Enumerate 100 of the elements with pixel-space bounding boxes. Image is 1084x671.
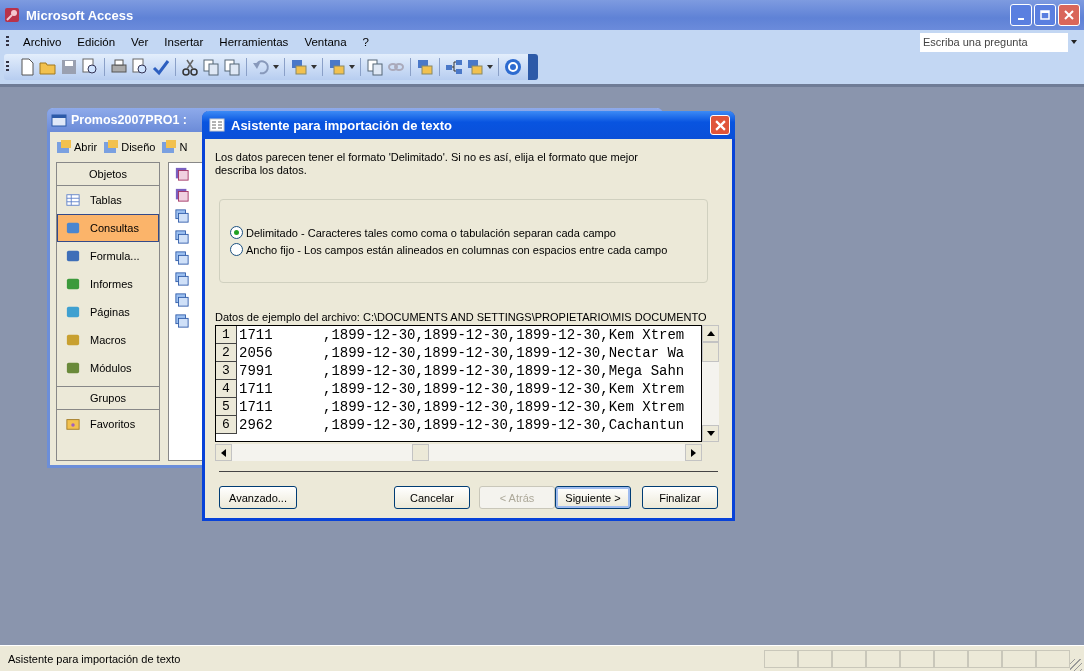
toolbar-icon	[56, 139, 72, 155]
dialog-button[interactable]: Cancelar	[394, 486, 470, 509]
dialog-button[interactable]: Avanzado...	[219, 486, 297, 509]
description-text: Los datos parecen tener el formato 'Delimitado'. Si no es así, elija el formato que mejor describa los datos.	[215, 151, 640, 177]
dropdown-caret-icon[interactable]	[273, 65, 279, 69]
spellcheck-icon[interactable]	[152, 58, 170, 76]
minimize-button[interactable]	[1010, 4, 1032, 26]
help-search-field[interactable]: Escriba una pregunta	[920, 32, 1080, 52]
group-item[interactable]: Favoritos	[57, 410, 159, 438]
row-number: 5	[216, 398, 237, 416]
status-panel	[968, 649, 1002, 668]
table-icon	[66, 193, 80, 207]
row-number: 1	[216, 326, 237, 344]
cut-icon[interactable]	[181, 58, 199, 76]
status-panel	[798, 649, 832, 668]
key-icon	[4, 7, 20, 23]
query-icon[interactable]	[175, 314, 189, 328]
help-icon[interactable]	[504, 58, 522, 76]
dialog-button[interactable]: Finalizar	[642, 486, 718, 509]
scroll-thumb[interactable]	[702, 342, 719, 362]
horizontal-scrollbar[interactable]	[215, 444, 702, 461]
wand-icon[interactable]	[175, 188, 189, 202]
sample-line: 2056 ,1899-12-30,1899-12-30,1899-12-30,Nectar Wa	[238, 345, 685, 361]
maximize-button[interactable]	[1034, 4, 1056, 26]
toolbar-button[interactable]: N	[161, 139, 188, 155]
dropdown-caret-icon[interactable]	[1071, 40, 1077, 44]
folder-icon	[66, 417, 80, 431]
query-icon[interactable]	[175, 293, 189, 307]
window-title: Microsoft Access	[26, 7, 135, 23]
report-icon	[66, 277, 80, 291]
row-number: 6	[216, 416, 237, 434]
module-icon	[66, 361, 80, 375]
query-icon[interactable]	[175, 251, 189, 265]
dialog-title: Asistente para importación de texto	[231, 117, 454, 133]
object-type-item[interactable]: Consultas	[57, 214, 159, 242]
resize-grip-icon[interactable]	[1070, 659, 1082, 671]
sample-line: 2962 ,1899-12-30,1899-12-30,1899-12-30,Cachantun	[238, 417, 685, 433]
scroll-up-icon[interactable]	[702, 325, 719, 342]
status-panel	[900, 649, 934, 668]
menu-item[interactable]: Herramientas	[211, 36, 297, 48]
window-title: Promos2007PRO1 :	[71, 113, 188, 127]
query-icon[interactable]	[175, 272, 189, 286]
object-type-item[interactable]: Módulos	[57, 354, 159, 382]
search-page-icon[interactable]	[81, 58, 99, 76]
menu-item[interactable]: ?	[354, 36, 377, 48]
dropdown-caret-icon[interactable]	[349, 65, 355, 69]
object-type-item[interactable]: Tablas	[57, 186, 159, 214]
menu-item[interactable]: Ver	[123, 36, 157, 48]
close-button[interactable]	[1058, 4, 1080, 26]
grip-icon	[6, 61, 9, 73]
scroll-right-icon[interactable]	[685, 444, 702, 461]
scroll-down-icon[interactable]	[702, 425, 719, 442]
menu-item[interactable]: Edición	[69, 36, 124, 48]
row-number: 3	[216, 362, 237, 380]
object-type-item[interactable]: Páginas	[57, 298, 159, 326]
status-panel	[866, 649, 900, 668]
query-icon	[66, 221, 80, 235]
sample-label: Datos de ejemplo del archivo: C:\DOCUMENTS AND SETTINGS\PROPIETARIO\MIS DOCUMENTO	[215, 311, 708, 323]
query-icon[interactable]	[175, 230, 189, 244]
form-icon	[66, 249, 80, 263]
object-type-item[interactable]: Macros	[57, 326, 159, 354]
row-number: 4	[216, 380, 237, 398]
vertical-scrollbar[interactable]	[702, 325, 719, 442]
close-icon	[1064, 10, 1074, 20]
menu-item[interactable]: Ventana	[296, 36, 355, 48]
dropdown-caret-icon[interactable]	[487, 65, 493, 69]
query-icon[interactable]	[175, 209, 189, 223]
close-button[interactable]	[710, 115, 730, 135]
object-type-item[interactable]: Formula...	[57, 242, 159, 270]
toolbar-button[interactable]: Abrir	[56, 139, 98, 155]
sample-line: 1711 ,1899-12-30,1899-12-30,1899-12-30,Kem Xtrem	[238, 399, 685, 415]
grip-icon	[6, 36, 9, 48]
maximize-icon	[1040, 10, 1050, 20]
sample-line: 1711 ,1899-12-30,1899-12-30,1899-12-30,Kem Xtrem	[238, 381, 685, 397]
format-radio[interactable]: Ancho fijo - Los campos están alineados en columnas con espacios entre cada campo	[230, 243, 707, 256]
dropdown-caret-icon[interactable]	[311, 65, 317, 69]
wand-icon[interactable]	[175, 167, 189, 181]
new-document-icon[interactable]	[18, 58, 36, 76]
toolbar-button[interactable]: Diseño	[103, 139, 156, 155]
group-header: Grupos	[57, 386, 159, 410]
menu-item[interactable]: Archivo	[15, 36, 70, 48]
database-icon	[51, 112, 67, 128]
sample-line: 1711 ,1899-12-30,1899-12-30,1899-12-30,Kem Xtrem	[238, 327, 685, 343]
scroll-thumb[interactable]	[412, 444, 429, 461]
format-radio[interactable]: Delimitado - Caracteres tales como coma o tabulación separan cada campo	[230, 226, 707, 239]
minimize-icon	[1018, 18, 1024, 20]
dialog-button[interactable]: Siguiente >	[555, 486, 631, 509]
object-type-item[interactable]: Informes	[57, 270, 159, 298]
scroll-left-icon[interactable]	[215, 444, 232, 461]
toolbar-icon	[103, 139, 120, 155]
print-preview-icon[interactable]	[131, 58, 149, 76]
menu-item[interactable]: Insertar	[156, 36, 212, 48]
print-icon[interactable]	[110, 58, 128, 76]
status-text: Asistente para importación de texto	[7, 652, 182, 665]
wizard-icon	[209, 117, 225, 133]
close-icon	[714, 119, 726, 131]
relationships-icon[interactable]	[445, 58, 463, 76]
status-panel	[764, 649, 798, 668]
group-header: Objetos	[57, 163, 159, 186]
macro-icon	[66, 333, 80, 347]
